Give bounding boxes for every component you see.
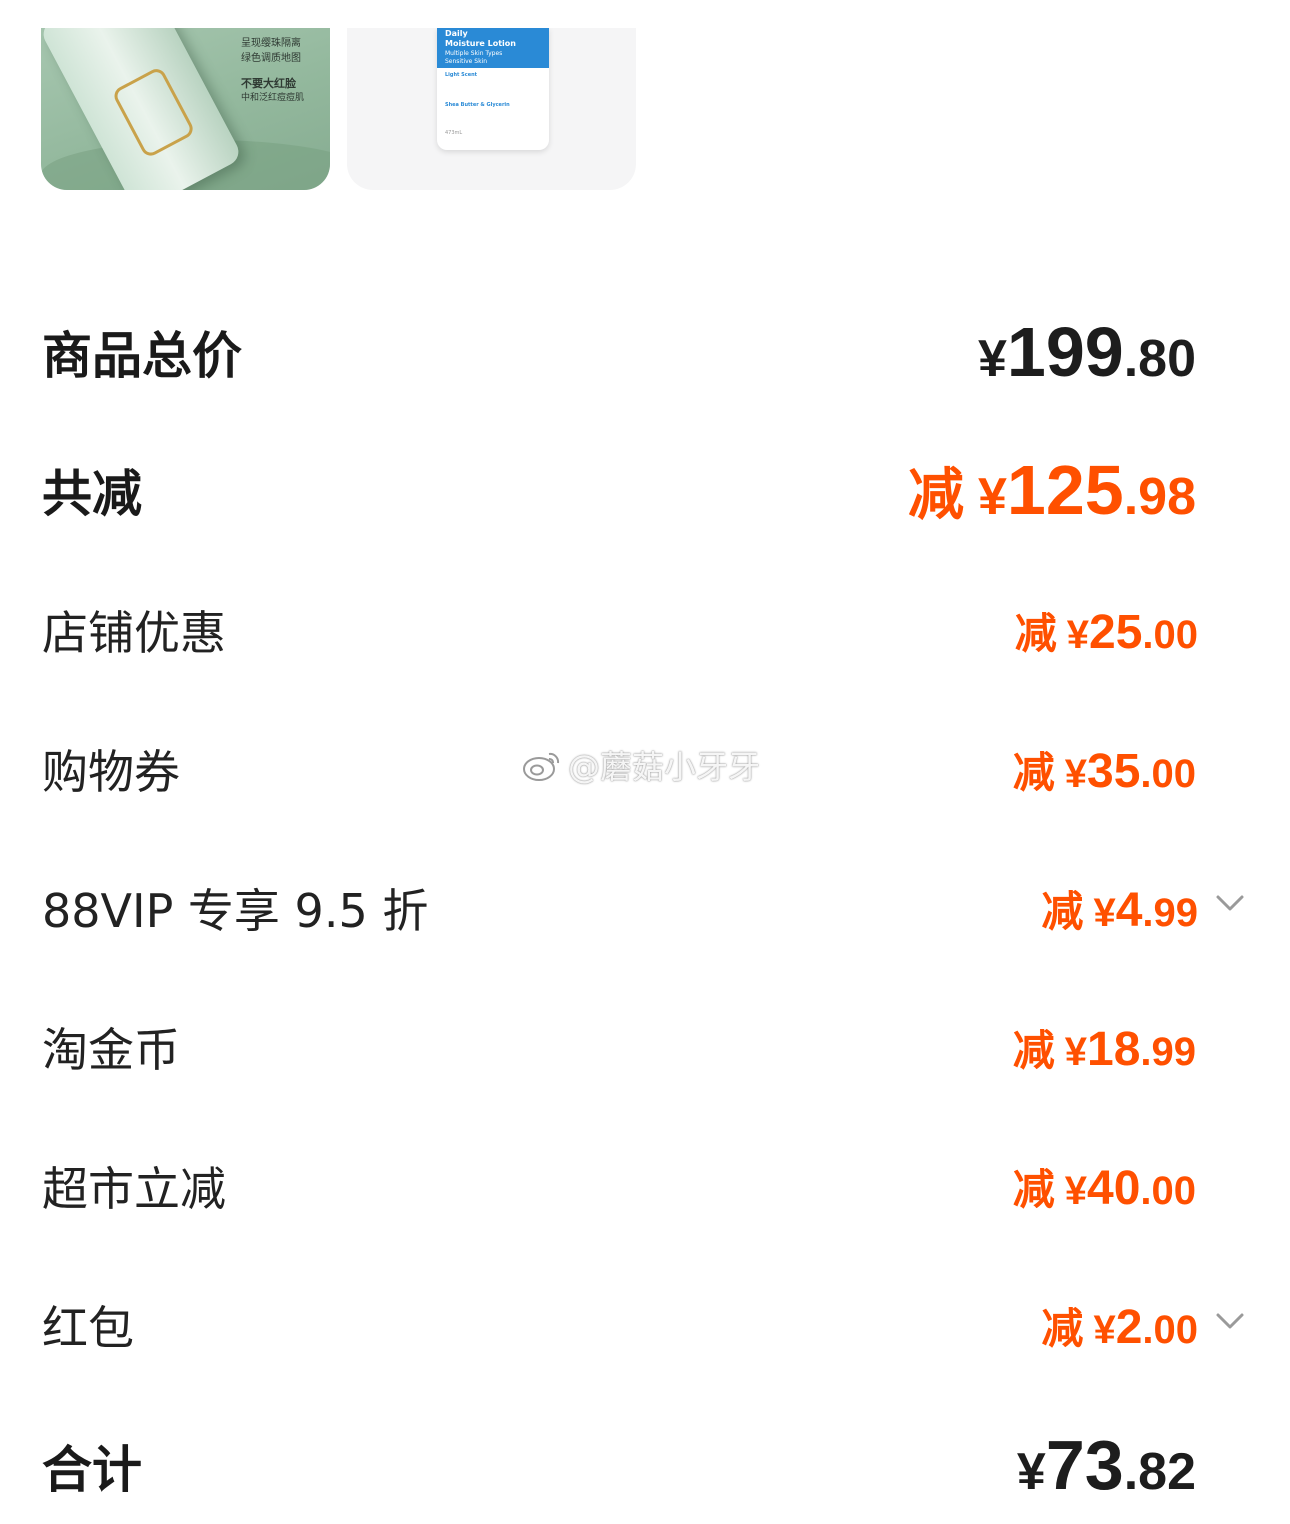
discount-label: 店铺优惠 [42, 606, 226, 660]
reduction-prefix: 减 [1014, 609, 1057, 658]
reduction-prefix: 减 [907, 463, 964, 528]
bottle-text: Daily [445, 29, 468, 38]
total-reduction-label: 共减 [42, 465, 142, 523]
currency-symbol: ¥ [1064, 752, 1087, 796]
discount-label: 淘金币 [42, 1023, 180, 1077]
currency-symbol: ¥ [1016, 1443, 1046, 1501]
amount-decimal: .82 [1123, 1443, 1196, 1501]
discount-amount: 减 ¥18.99 [1013, 1017, 1196, 1078]
discount-amount: 减 ¥2.00 [1041, 1295, 1198, 1356]
amount-integer: 35 [1087, 745, 1141, 798]
amount-integer: 18 [1087, 1023, 1141, 1076]
product-caption: 中和泛红痘痘肌 [241, 93, 305, 103]
reduction-prefix: 减 [1041, 887, 1084, 936]
total-reduction-amount: 减 ¥125.98 [908, 450, 1196, 531]
product-caption: 不要大红脸 [241, 77, 296, 90]
currency-symbol: ¥ [977, 468, 1007, 526]
chevron-down-icon[interactable] [1215, 888, 1245, 918]
discount-amount: 减 ¥25.00 [1015, 600, 1198, 661]
reduction-prefix: 减 [1041, 1304, 1084, 1353]
amount-integer: 40 [1087, 1162, 1141, 1215]
discount-label: 超市立减 [42, 1162, 226, 1216]
discount-amount: 减 ¥4.99 [1041, 878, 1198, 939]
bottle-text: Moisture Lotion [445, 39, 516, 48]
total-price-amount: ¥199.80 [978, 312, 1196, 392]
amount-integer: 4 [1115, 884, 1143, 937]
amount-decimal: .00 [1140, 1169, 1196, 1213]
reduction-prefix: 减 [1012, 1026, 1055, 1075]
weibo-watermark: @蘑菇小牙牙 [522, 742, 760, 790]
product-thumbnail-1[interactable]: 呈现缨珠隔离 绿色调质地图 不要大红脸 中和泛红痘痘肌 [41, 28, 330, 190]
amount-integer: 73 [1045, 1426, 1124, 1504]
amount-decimal: .00 [1142, 1308, 1198, 1352]
amount-decimal: .99 [1140, 1030, 1196, 1074]
bottle-text: Multiple Skin Types [445, 50, 503, 57]
amount-integer: 25 [1089, 606, 1143, 659]
amount-integer: 2 [1115, 1301, 1143, 1354]
amount-decimal: .80 [1123, 330, 1196, 388]
weibo-icon [522, 748, 562, 790]
amount-integer: 125 [1006, 451, 1124, 529]
bottle-text: Sensitive Skin [445, 58, 488, 65]
discount-amount: 减 ¥40.00 [1013, 1156, 1196, 1217]
lotion-bottle-image: Daily Moisture Lotion Multiple Skin Type… [437, 28, 549, 150]
discount-amount: 减 ¥35.00 [1013, 739, 1196, 800]
watermark-text: @蘑菇小牙牙 [568, 748, 761, 786]
amount-decimal: .98 [1123, 468, 1196, 526]
amount-decimal: .00 [1142, 613, 1198, 657]
total-price-label: 商品总价 [42, 327, 242, 385]
reduction-prefix: 减 [1012, 748, 1055, 797]
grand-total-label: 合计 [42, 1441, 142, 1499]
amount-integer: 199 [1006, 313, 1124, 391]
bottle-emblem [111, 65, 197, 160]
currency-symbol: ¥ [977, 330, 1007, 388]
currency-symbol: ¥ [1064, 1030, 1087, 1074]
grand-total-amount: ¥73.82 [1017, 1425, 1196, 1505]
currency-symbol: ¥ [1093, 1308, 1116, 1352]
currency-symbol: ¥ [1064, 1169, 1087, 1213]
product-caption: 绿色调质地图 [241, 53, 301, 64]
reduction-prefix: 减 [1012, 1165, 1055, 1214]
discount-label: 红包 [42, 1301, 134, 1355]
amount-decimal: .00 [1140, 752, 1196, 796]
bottle-text: 473mL [445, 130, 463, 136]
bottle-text: Light Scent [445, 72, 478, 78]
currency-symbol: ¥ [1093, 891, 1116, 935]
currency-symbol: ¥ [1066, 613, 1089, 657]
product-caption: 呈现缨珠隔离 [241, 38, 301, 49]
product-thumbnail-2[interactable]: Daily Moisture Lotion Multiple Skin Type… [347, 28, 636, 190]
amount-decimal: .99 [1142, 891, 1198, 935]
bottle-text: Shea Butter & Glycerin [445, 102, 510, 108]
chevron-down-icon[interactable] [1215, 1306, 1245, 1336]
discount-label: 88VIP 专享 9.5 折 [42, 884, 429, 938]
discount-label: 购物券 [42, 745, 180, 799]
